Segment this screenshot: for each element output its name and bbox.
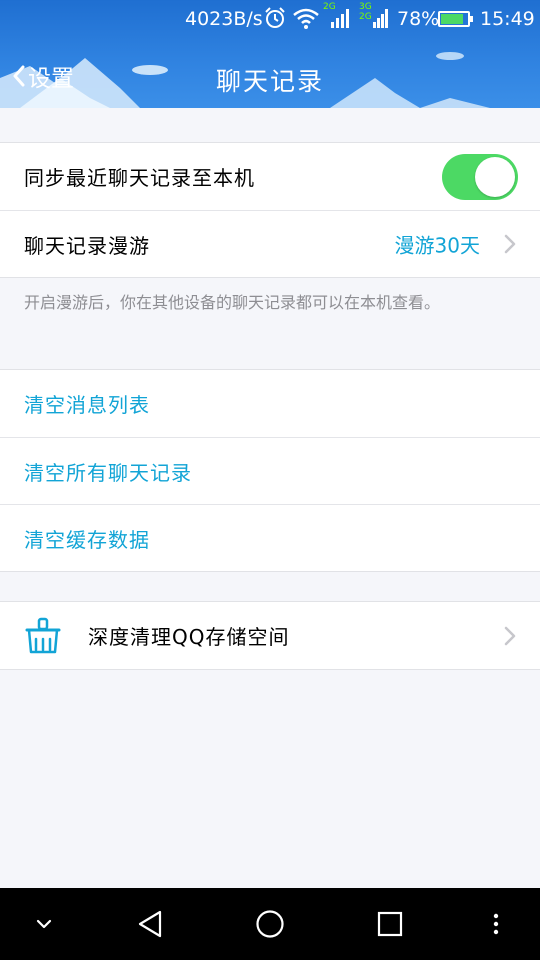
more-vertical-icon (493, 913, 499, 935)
network-type-badge-3g: 3G (359, 2, 372, 12)
square-recents-icon (377, 911, 403, 937)
clear-cache-button[interactable]: 清空缓存数据 (0, 504, 540, 571)
network-speed: 4023B/s (185, 8, 263, 30)
roaming-hint: 开启漫游后，你在其他设备的聊天记录都可以在本机查看。 (24, 293, 441, 312)
clear-data-group: 清空消息列表 清空所有聊天记录 清空缓存数据 (0, 369, 540, 572)
home-nav-button[interactable] (246, 888, 294, 960)
back-nav-button[interactable] (126, 888, 174, 960)
sync-recent-chats-label: 同步最近聊天记录至本机 (24, 166, 255, 190)
recents-nav-button[interactable] (366, 888, 414, 960)
clear-message-list-button[interactable]: 清空消息列表 (0, 370, 540, 437)
hide-nav-button[interactable] (20, 888, 68, 960)
broom-icon (25, 617, 61, 653)
network-type-badge-2g: 2G (359, 12, 372, 22)
clear-cache-label: 清空缓存数据 (24, 527, 150, 552)
chat-roaming-value: 漫游30天 (394, 233, 480, 258)
deep-clean-row[interactable]: 深度清理QQ存储空间 (0, 602, 540, 669)
triangle-back-icon (138, 910, 162, 938)
deep-clean-label: 深度清理QQ存储空间 (88, 625, 290, 649)
toggle-knob (475, 156, 515, 197)
page-title: 聊天记录 (215, 67, 324, 96)
clear-all-chats-button[interactable]: 清空所有聊天记录 (0, 437, 540, 504)
clear-message-list-label: 清空消息列表 (24, 393, 150, 417)
circle-home-icon (256, 910, 284, 938)
more-nav-button[interactable] (472, 888, 520, 960)
chat-roaming-row[interactable]: 聊天记录漫游 漫游30天 (0, 210, 540, 277)
wifi-icon (293, 8, 319, 29)
sync-recent-chats-toggle[interactable] (442, 153, 518, 200)
alarm-icon (265, 7, 285, 28)
status-bar: 4023B/s 2G 3G 2G 78% 15:49 (0, 0, 540, 38)
signal-icon (331, 9, 349, 28)
deep-clean-group: 深度清理QQ存储空间 (0, 601, 540, 670)
chevron-down-icon (36, 919, 52, 929)
sync-settings-group: 同步最近聊天记录至本机 聊天记录漫游 漫游30天 (0, 142, 540, 278)
signal-icon-secondary (373, 9, 388, 28)
chat-roaming-label: 聊天记录漫游 (24, 233, 150, 258)
clear-all-chats-label: 清空所有聊天记录 (24, 460, 192, 485)
navigation-bar (0, 888, 540, 960)
title-bar: 设置 聊天记录 (0, 40, 540, 108)
chevron-right-icon (504, 626, 516, 645)
battery-percent: 78% (397, 8, 440, 30)
header: 4023B/s 2G 3G 2G 78% 15:49 设置 聊天记录 (0, 0, 540, 108)
chevron-right-icon (504, 234, 516, 254)
clock: 15:49 (480, 8, 535, 30)
sync-recent-chats-row: 同步最近聊天记录至本机 (0, 143, 540, 210)
network-type-badge: 3G 2G (359, 2, 372, 22)
battery-icon (438, 11, 473, 27)
